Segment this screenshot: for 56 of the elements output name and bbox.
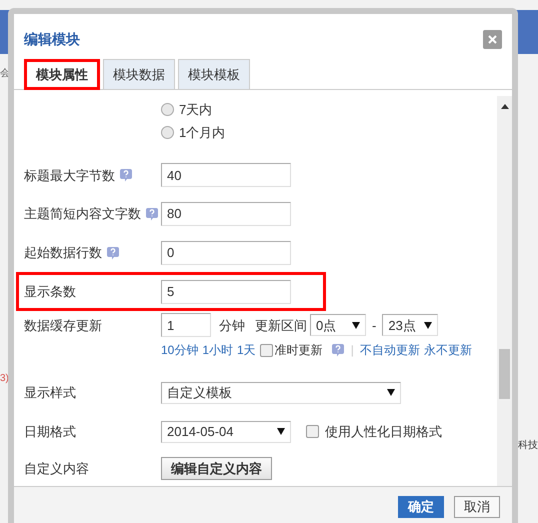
scroll-up-icon <box>500 104 508 109</box>
input-field[interactable]: 40 <box>161 163 291 188</box>
caret-icon <box>387 389 395 396</box>
field-label: 数据缓存更新 <box>24 317 102 336</box>
field-label: 主题简短内容文字数 <box>24 205 141 224</box>
range-label: 更新区间 <box>255 316 307 335</box>
dropdown[interactable]: 自定义模板 <box>161 382 401 404</box>
interval-link[interactable]: 永不更新 <box>424 341 472 360</box>
input-field[interactable]: 0 <box>161 241 291 266</box>
tab[interactable]: 模块属性 <box>24 59 100 90</box>
close-button[interactable] <box>483 30 502 49</box>
tab[interactable]: 模块数据 <box>103 59 175 90</box>
help-icon[interactable] <box>145 207 159 222</box>
radio-label: 7天内 <box>179 101 212 119</box>
field-label: 日期格式 <box>24 422 76 441</box>
interval-link[interactable]: 10分钟 <box>161 341 198 360</box>
checkbox[interactable] <box>260 344 273 357</box>
cancel-button[interactable]: 取消 <box>454 496 500 518</box>
dropdown[interactable]: 23点 <box>382 314 438 336</box>
confirm-button[interactable]: 确定 <box>398 496 444 518</box>
dash-text: - <box>372 316 376 335</box>
checkbox[interactable] <box>306 425 319 438</box>
input-field[interactable]: 5 <box>161 280 291 304</box>
background-text: 3) <box>0 372 9 386</box>
interval-link[interactable]: 1天 <box>237 341 256 360</box>
background-text: 科技 <box>518 438 538 453</box>
checkbox-label: 准时更新 <box>274 342 323 360</box>
caret-icon <box>352 322 360 329</box>
field-label: 起始数据行数 <box>24 244 102 262</box>
radio-button[interactable] <box>161 103 174 116</box>
radio-button[interactable] <box>161 126 174 139</box>
interval-link[interactable]: 1小时 <box>202 341 234 360</box>
field-label: 自定义内容 <box>24 460 89 478</box>
caret-icon <box>424 322 432 329</box>
interval-link[interactable]: 不自动更新 <box>360 341 420 360</box>
help-icon[interactable] <box>330 343 345 358</box>
tab[interactable]: 模块模板 <box>178 59 250 90</box>
field-label: 显示样式 <box>24 384 76 402</box>
edit-content-button[interactable]: 编辑自定义内容 <box>161 457 272 480</box>
radio-label: 1个月内 <box>179 124 226 142</box>
field-label: 标题最大字节数 <box>24 166 115 185</box>
checkbox-label: 使用人性化日期格式 <box>325 422 442 441</box>
close-icon <box>488 35 497 44</box>
input-field[interactable]: 1 <box>161 313 211 338</box>
input-field[interactable]: 80 <box>161 202 291 226</box>
help-icon[interactable] <box>106 246 120 260</box>
scrollbar[interactable] <box>497 96 512 486</box>
field-label: 显示条数 <box>24 283 76 302</box>
dropdown[interactable]: 0点 <box>310 314 366 336</box>
separator-text: | <box>350 342 354 360</box>
unit-label: 分钟 <box>219 316 245 335</box>
dropdown[interactable]: 2014-05-04 <box>161 420 291 443</box>
caret-icon <box>277 428 285 436</box>
help-icon[interactable] <box>119 168 133 182</box>
scrollbar-thumb[interactable] <box>499 349 510 399</box>
dialog-title: 编辑模块 <box>24 30 80 49</box>
